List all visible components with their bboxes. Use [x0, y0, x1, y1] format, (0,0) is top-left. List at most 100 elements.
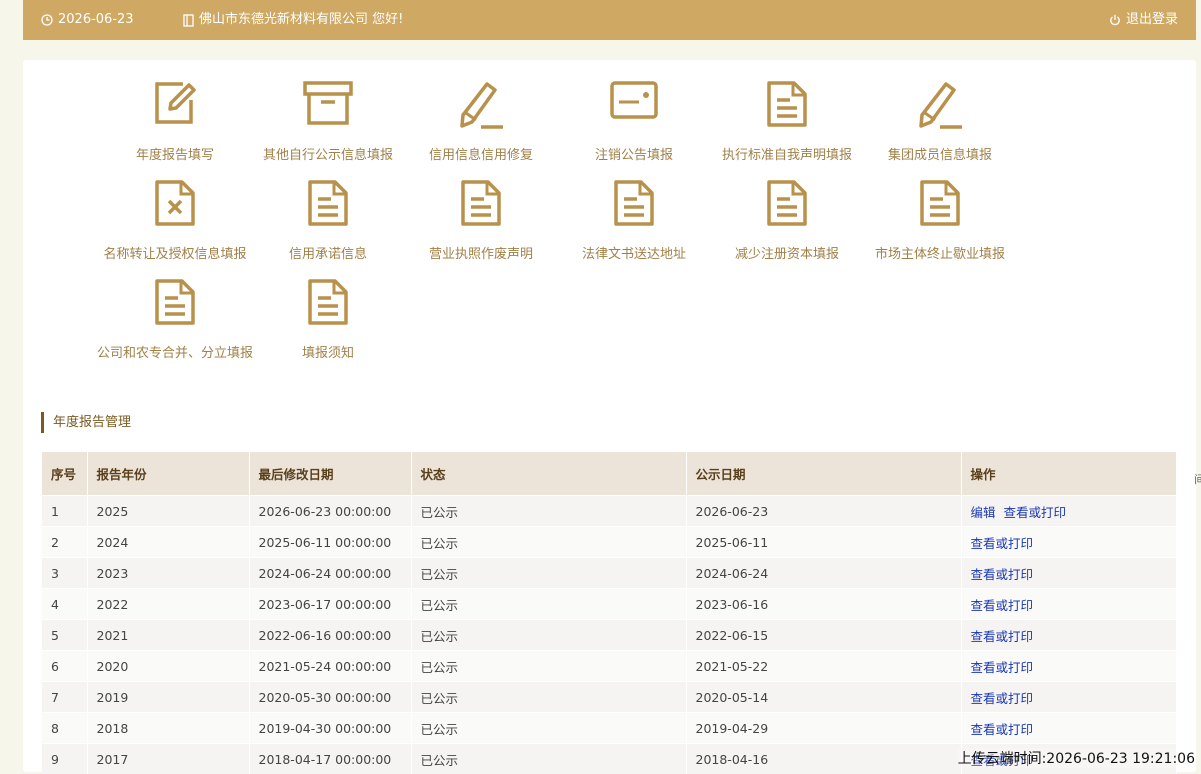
quick-action-tile[interactable]: 执行标准自我声明填报	[707, 80, 867, 163]
header-status: 状态	[411, 452, 686, 496]
quick-action-label: 名称转让及授权信息填报	[95, 243, 255, 262]
cell-actions: 查看或打印	[961, 682, 1176, 713]
annual-report-table: 序号 报告年份 最后修改日期 状态 公示日期 操作 120252026-06-2…	[42, 452, 1177, 774]
document-icon	[707, 179, 867, 233]
view-print-link[interactable]: 查看或打印	[1004, 505, 1067, 520]
cell-publish: 2023-06-16	[686, 589, 961, 620]
cell-modified: 2021-05-24 00:00:00	[249, 651, 411, 682]
quick-action-tile[interactable]: 集团成员信息填报	[860, 80, 1020, 163]
header-no: 序号	[42, 452, 87, 496]
cell-publish: 2024-06-24	[686, 558, 961, 589]
quick-action-tile[interactable]: 年度报告填写	[95, 80, 255, 163]
quick-action-label: 公司和农专合并、分立填报	[95, 342, 255, 361]
view-print-link[interactable]: 查看或打印	[971, 598, 1034, 613]
cell-actions: 查看或打印	[961, 620, 1176, 651]
table-row: 820182019-04-30 00:00:00已公示2019-04-29查看或…	[42, 713, 1176, 744]
cell-status: 已公示	[411, 744, 686, 774]
header-publish: 公示日期	[686, 452, 961, 496]
power-icon	[1109, 14, 1126, 26]
quick-action-label: 集团成员信息填报	[860, 144, 1020, 163]
greeting: 佛山市东德光新材料有限公司 您好!	[183, 0, 403, 40]
quick-action-tile[interactable]: 公司和农专合并、分立填报	[95, 278, 255, 361]
view-print-link[interactable]: 查看或打印	[971, 629, 1034, 644]
building-icon	[183, 14, 199, 27]
quick-action-label: 市场主体终止歇业填报	[860, 243, 1020, 262]
quick-action-tile[interactable]: 营业执照作废声明	[401, 179, 561, 262]
cell-no: 7	[42, 682, 87, 713]
table-row: 720192020-05-30 00:00:00已公示2020-05-14查看或…	[42, 682, 1176, 713]
view-print-link[interactable]: 查看或打印	[971, 691, 1034, 706]
cell-status: 已公示	[411, 682, 686, 713]
quick-action-label: 年度报告填写	[95, 144, 255, 163]
cell-actions: 编辑查看或打印	[961, 496, 1176, 527]
cell-modified: 2024-06-24 00:00:00	[249, 558, 411, 589]
cell-publish: 2022-06-15	[686, 620, 961, 651]
quick-action-label: 减少注册资本填报	[707, 243, 867, 262]
cell-modified: 2022-06-16 00:00:00	[249, 620, 411, 651]
cell-publish: 2020-05-14	[686, 682, 961, 713]
document-x-icon	[95, 179, 255, 233]
cell-status: 已公示	[411, 620, 686, 651]
cell-actions: 查看或打印	[961, 713, 1176, 744]
cell-modified: 2018-04-17 00:00:00	[249, 744, 411, 774]
cell-no: 2	[42, 527, 87, 558]
cell-year: 2017	[87, 744, 249, 774]
quick-action-tile[interactable]: 信用承诺信息	[248, 179, 408, 262]
document-icon	[860, 179, 1020, 233]
cell-year: 2025	[87, 496, 249, 527]
cell-actions: 查看或打印	[961, 651, 1176, 682]
cell-year: 2022	[87, 589, 249, 620]
cell-actions: 查看或打印	[961, 527, 1176, 558]
quick-action-tile[interactable]: 信用信息信用修复	[401, 80, 561, 163]
document-icon	[707, 80, 867, 134]
header-year: 报告年份	[87, 452, 249, 496]
pencil-icon	[401, 80, 561, 134]
pencil-icon	[860, 80, 1020, 134]
cell-status: 已公示	[411, 496, 686, 527]
upload-time-stamp: 上传云端时间:2026-06-23 19:21:06	[958, 748, 1195, 768]
view-print-link[interactable]: 查看或打印	[971, 660, 1034, 675]
cell-modified: 2023-06-17 00:00:00	[249, 589, 411, 620]
quick-action-tile[interactable]: 法律文书送达地址	[554, 179, 714, 262]
cell-modified: 2019-04-30 00:00:00	[249, 713, 411, 744]
view-print-link[interactable]: 查看或打印	[971, 567, 1034, 582]
cell-no: 8	[42, 713, 87, 744]
view-print-link[interactable]: 查看或打印	[971, 536, 1034, 551]
edit-link[interactable]: 编辑	[971, 505, 996, 520]
greeting-text: 佛山市东德光新材料有限公司 您好!	[199, 2, 403, 38]
quick-action-tile[interactable]: 市场主体终止歇业填报	[860, 179, 1020, 262]
table-header-row: 序号 报告年份 最后修改日期 状态 公示日期 操作	[42, 452, 1176, 496]
document-icon	[554, 179, 714, 233]
document-icon	[248, 179, 408, 233]
quick-action-label: 填报须知	[248, 342, 408, 361]
cell-status: 已公示	[411, 589, 686, 620]
logout-button[interactable]: 退出登录	[1109, 0, 1178, 40]
quick-action-tile[interactable]: 注销公告填报	[554, 80, 714, 163]
quick-action-tile[interactable]: 名称转让及授权信息填报	[95, 179, 255, 262]
cell-publish: 2025-06-11	[686, 527, 961, 558]
cell-modified: 2025-06-11 00:00:00	[249, 527, 411, 558]
quick-action-tile[interactable]: 填报须知	[248, 278, 408, 361]
cell-status: 已公示	[411, 713, 686, 744]
cell-no: 1	[42, 496, 87, 527]
cell-publish: 2018-04-16	[686, 744, 961, 774]
quick-action-label: 信用信息信用修复	[401, 144, 561, 163]
quick-action-label: 信用承诺信息	[248, 243, 408, 262]
document-icon	[248, 278, 408, 332]
quick-action-label: 法律文书送达地址	[554, 243, 714, 262]
cell-modified: 2026-06-23 00:00:00	[249, 496, 411, 527]
clock-icon	[41, 14, 58, 26]
table-row: 620202021-05-24 00:00:00已公示2021-05-22查看或…	[42, 651, 1176, 682]
quick-action-tile[interactable]: 减少注册资本填报	[707, 179, 867, 262]
date-display: 2026-06-23	[41, 0, 134, 40]
view-print-link[interactable]: 查看或打印	[971, 722, 1034, 737]
cell-actions: 查看或打印	[961, 589, 1176, 620]
cell-no: 3	[42, 558, 87, 589]
cell-status: 已公示	[411, 527, 686, 558]
table-row: 220242025-06-11 00:00:00已公示2025-06-11查看或…	[42, 527, 1176, 558]
quick-action-tile[interactable]: 其他自行公示信息填报	[248, 80, 408, 163]
quick-action-label: 营业执照作废声明	[401, 243, 561, 262]
cell-status: 已公示	[411, 558, 686, 589]
cell-publish: 2021-05-22	[686, 651, 961, 682]
quick-action-label: 其他自行公示信息填报	[248, 144, 408, 163]
